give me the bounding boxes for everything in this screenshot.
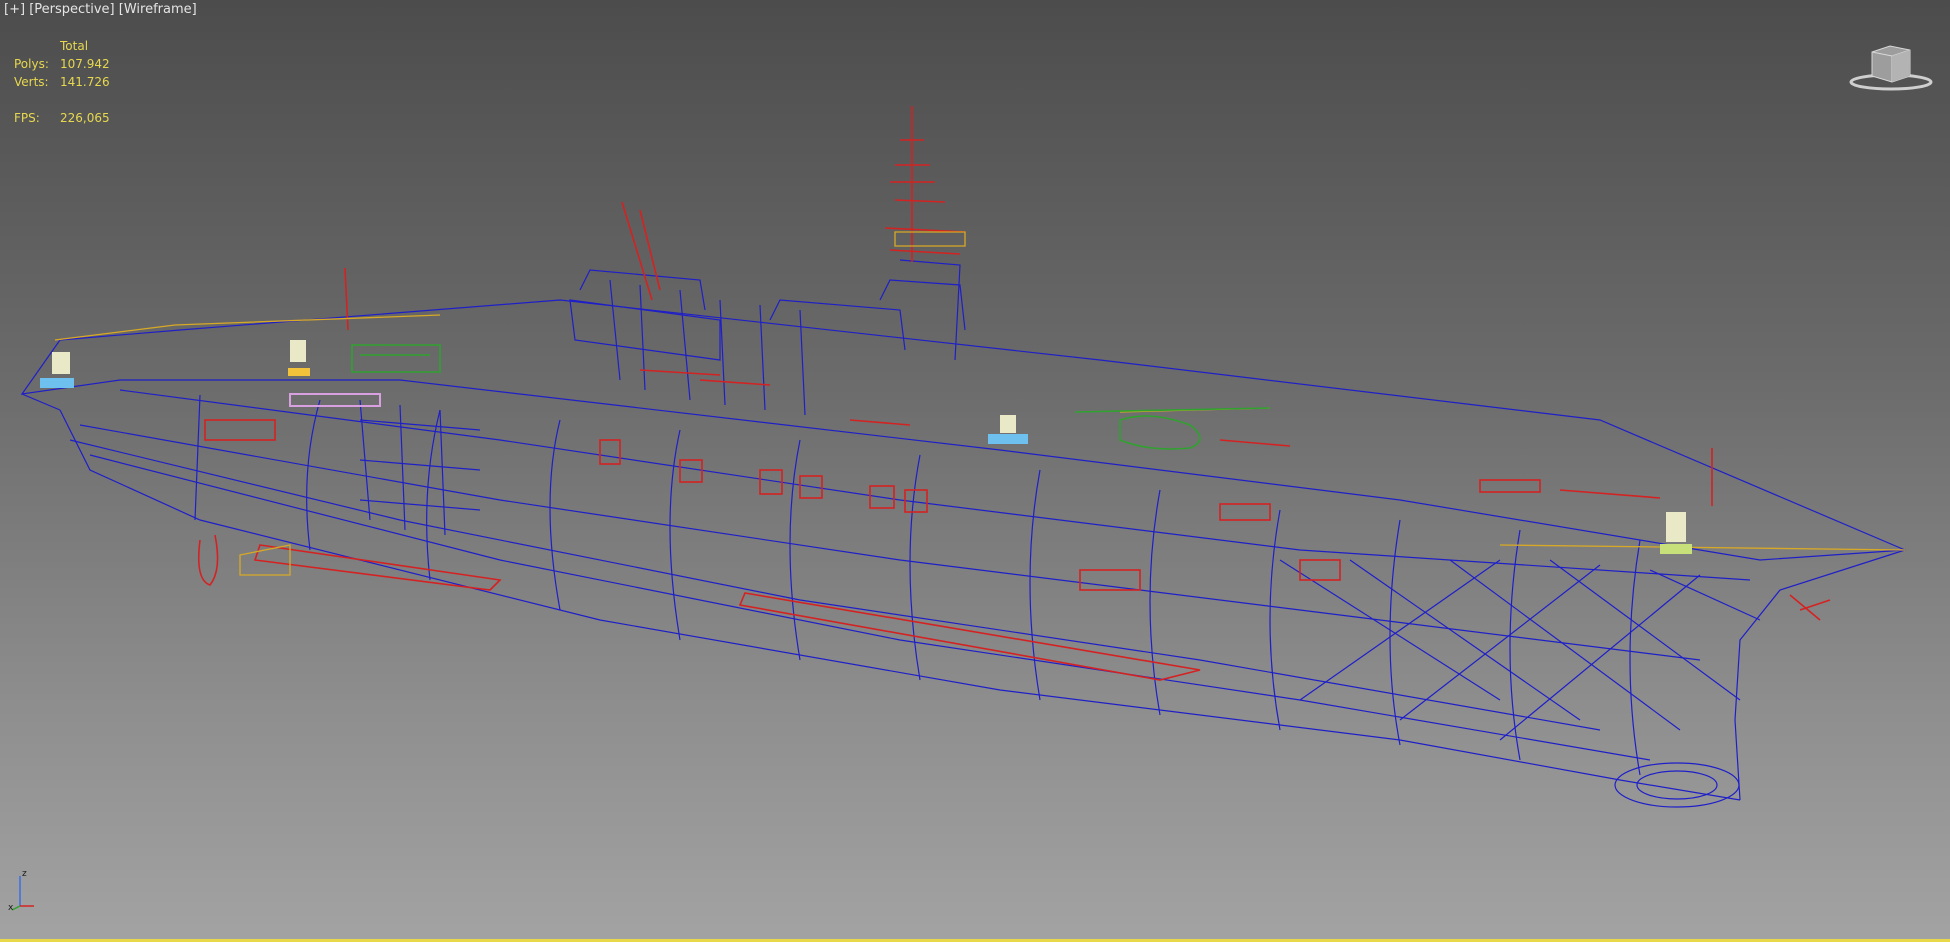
axis-z-label: z [22, 869, 27, 879]
helicopter-wireframe [351, 344, 1271, 450]
deck-equipment [40, 340, 1692, 554]
ship-wireframe-model[interactable] [0, 0, 1950, 942]
detail-wireframe [197, 106, 1831, 681]
yellow-deck-wireframe [54, 231, 1906, 576]
axis-tripod-icon: z x [8, 869, 34, 912]
viewcube-icon[interactable] [1848, 38, 1934, 92]
axis-x-label: x [8, 903, 14, 912]
perspective-viewport[interactable]: [+] [Perspective] [Wireframe] Total Poly… [0, 0, 1950, 942]
